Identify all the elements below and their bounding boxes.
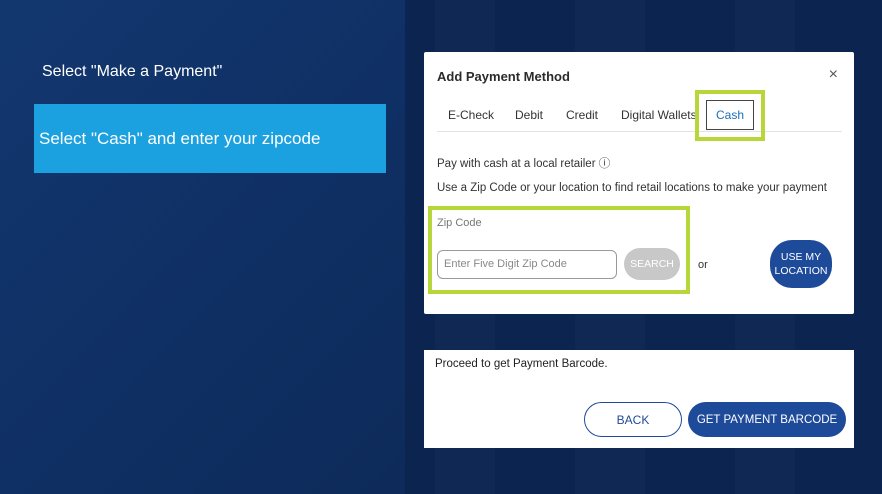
zip-instruction-text: Use a Zip Code or your location to find … — [437, 182, 827, 194]
get-payment-barcode-button[interactable]: GET PAYMENT BARCODE — [688, 402, 846, 437]
proceed-text: Proceed to get Payment Barcode. — [435, 358, 608, 370]
search-button[interactable]: SEARCH — [624, 248, 680, 280]
instruction-step-2: Select "Cash" and enter your zipcode — [34, 104, 386, 173]
tab-credit[interactable]: Credit — [566, 108, 598, 122]
add-payment-method-dialog: Add Payment Method × E-Check Debit Credi… — [424, 52, 854, 314]
back-button[interactable]: BACK — [584, 402, 682, 437]
tab-e-check[interactable]: E-Check — [448, 108, 494, 122]
zip-code-input[interactable]: Enter Five Digit Zip Code — [437, 250, 617, 279]
or-separator: or — [698, 259, 708, 271]
tab-debit[interactable]: Debit — [515, 108, 543, 122]
pay-with-cash-text: Pay with cash at a local retailer ⓘ — [437, 158, 611, 170]
zip-code-label: Zip Code — [437, 217, 482, 229]
tab-cash[interactable]: Cash — [706, 100, 754, 130]
payment-barcode-panel: Proceed to get Payment Barcode. BACK GET… — [424, 350, 854, 448]
close-icon[interactable]: × — [829, 66, 838, 84]
tab-divider — [437, 131, 842, 132]
payment-tabs: E-Check Debit Credit Digital Wallets — [424, 102, 854, 132]
tab-digital-wallets[interactable]: Digital Wallets — [621, 108, 697, 122]
dialog-title: Add Payment Method — [437, 69, 570, 84]
instruction-step-1: Select "Make a Payment" — [42, 63, 223, 80]
use-my-location-button[interactable]: USE MY LOCATION — [770, 240, 832, 288]
